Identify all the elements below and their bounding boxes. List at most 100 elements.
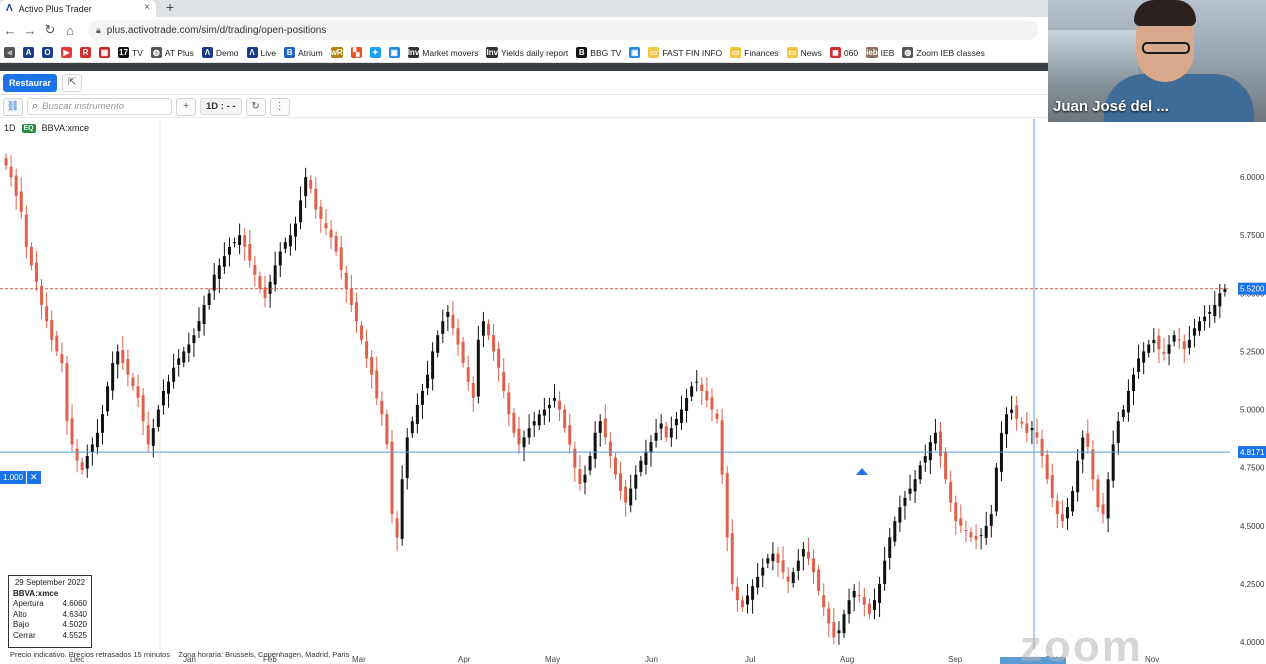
candle-body [80,462,84,471]
bookmark-live[interactable]: Λ Live [246,47,276,58]
bookmark-5[interactable]: ▦ [99,47,110,58]
candle-body [172,367,176,382]
candle-body [55,335,59,352]
bookmark-label: Atrium [298,47,323,58]
bloomberg-icon: B [576,47,588,58]
more-vertical-icon[interactable]: ⋮ [269,97,290,116]
position-price-label: 4.8171 [1240,448,1265,457]
ohlc-row: Alto 4.6340 [13,610,87,621]
candle-body [558,400,562,410]
refresh-icon[interactable]: ↻ [245,97,266,116]
candle-body [1182,341,1186,350]
x-tick-label: Mar [352,655,366,664]
candle-body [1116,421,1120,444]
bookmark-market-movers[interactable]: Inv Market movers [407,47,478,58]
candle-body [304,177,308,197]
candle-body [1203,316,1207,322]
candle-body [730,533,734,584]
plus-icon[interactable]: + [176,97,196,116]
candle-body [253,264,257,275]
bookmark-0[interactable]: ◃ [4,47,15,58]
bookmark-label: News [800,47,822,58]
interval-selector[interactable]: 1D : - - [200,98,242,115]
order-quantity-tag[interactable]: 1.000 ✕ [0,471,41,484]
x-tick-label: Jul [745,655,755,664]
bookmark-ieb[interactable]: ieb IEB [866,47,894,58]
candle-body [568,425,572,445]
candle-body [14,175,18,196]
bookmark-fast-fin-info[interactable]: ▭ FAST FIN INFO [648,47,722,58]
candle-body [1040,438,1044,457]
bookmark-18[interactable]: ▣ [629,47,641,58]
candle-body [979,535,983,537]
candle-body [141,395,145,422]
reload-icon[interactable]: ↻ [40,22,60,38]
candle-body [1030,428,1034,431]
candle-body [867,603,871,615]
close-tab-icon[interactable]: × [144,2,150,13]
candle-body [847,600,851,615]
bookmark-zoom-ieb-classes[interactable]: ◍ Zoom IEB classes [902,47,985,58]
image-icon: ▣ [388,47,400,58]
bookmark-1[interactable]: A [23,47,34,58]
candle-body [106,386,110,412]
globe-icon: ◍ [902,47,914,58]
bookmark-bbg-tv[interactable]: B BBG TV [576,47,621,58]
link-icon[interactable]: ⛓ [3,97,23,116]
bookmark-demo[interactable]: Λ Demo [201,47,239,58]
candle-body [1198,321,1202,331]
new-tab-button[interactable]: + [166,0,174,15]
bookmark-yields-daily-report[interactable]: Inv Yields daily report [486,47,568,58]
equity-badge: EQ [21,123,36,133]
candle-body [95,432,99,448]
bookmark-13[interactable]: ✦ [369,47,381,58]
x-tick-label: Aug [840,655,854,664]
bookmark-4[interactable]: R [80,47,91,58]
external-link-icon[interactable]: ⇱ [62,73,83,92]
candle-body [619,473,623,491]
candle-body [776,553,780,563]
candle-body [1081,437,1085,460]
browser-tab[interactable]: Λ Activo Plus Trader × [0,0,156,17]
candle-body [400,479,404,539]
candle-body [944,451,948,480]
ohlc-value: 4.5020 [62,620,87,629]
restore-button[interactable]: Restaurar [3,73,58,92]
bookmark-11[interactable]: wR [330,47,343,58]
bookmark-3[interactable]: ▶ [61,47,72,58]
candle-body [222,256,226,267]
lock-icon: 🔒︎ [96,24,101,35]
candle-body [344,272,348,289]
candle-body [954,502,958,522]
forward-arrow-icon[interactable]: → [20,23,40,38]
bookmark-2[interactable]: O [42,47,53,58]
bookmark-12[interactable]: ▚ [350,47,362,58]
glasses [1142,42,1190,54]
candle-body [329,229,333,238]
candle-body [187,344,191,353]
price-chart[interactable]: 6.00005.75005.50005.25005.00004.75004.50… [0,119,1266,664]
interval-label: 1D [4,123,16,133]
bookmark-finances[interactable]: ▭ Finances [730,47,779,58]
bookmark-atrium[interactable]: B Atrium [284,47,323,58]
bookmark-14[interactable]: ▣ [388,47,400,58]
ohlc-row: Cerrar 4.5525 [13,631,87,642]
candle-body [832,622,836,638]
bookmark-tv[interactable]: 17 TV [118,47,143,58]
bookmark-060[interactable]: ◼ 060 [829,47,858,58]
cancel-order-icon[interactable]: ✕ [27,471,41,484]
candle-body [903,497,907,506]
home-icon[interactable]: ⌂ [60,23,80,38]
bookmark-at-plus[interactable]: ◍ AT Plus [150,47,194,58]
candle-body [24,214,28,247]
url-field[interactable]: 🔒︎ plus.activotrade.com/sim/d/trading/op… [88,20,1038,40]
bookmark-news[interactable]: ▭ News [786,47,822,58]
candle-body [563,409,567,429]
bookmark-label: BBG TV [590,47,622,58]
candlestick-chart[interactable]: 6.00005.75005.50005.25005.00004.75004.50… [0,119,1266,664]
search-instrument-input[interactable]: ⌕ Buscar instrumento [27,98,172,115]
candle-body [1187,339,1191,348]
candle-body [136,386,140,398]
candle-body [837,630,841,634]
back-arrow-icon[interactable]: ← [0,23,20,38]
